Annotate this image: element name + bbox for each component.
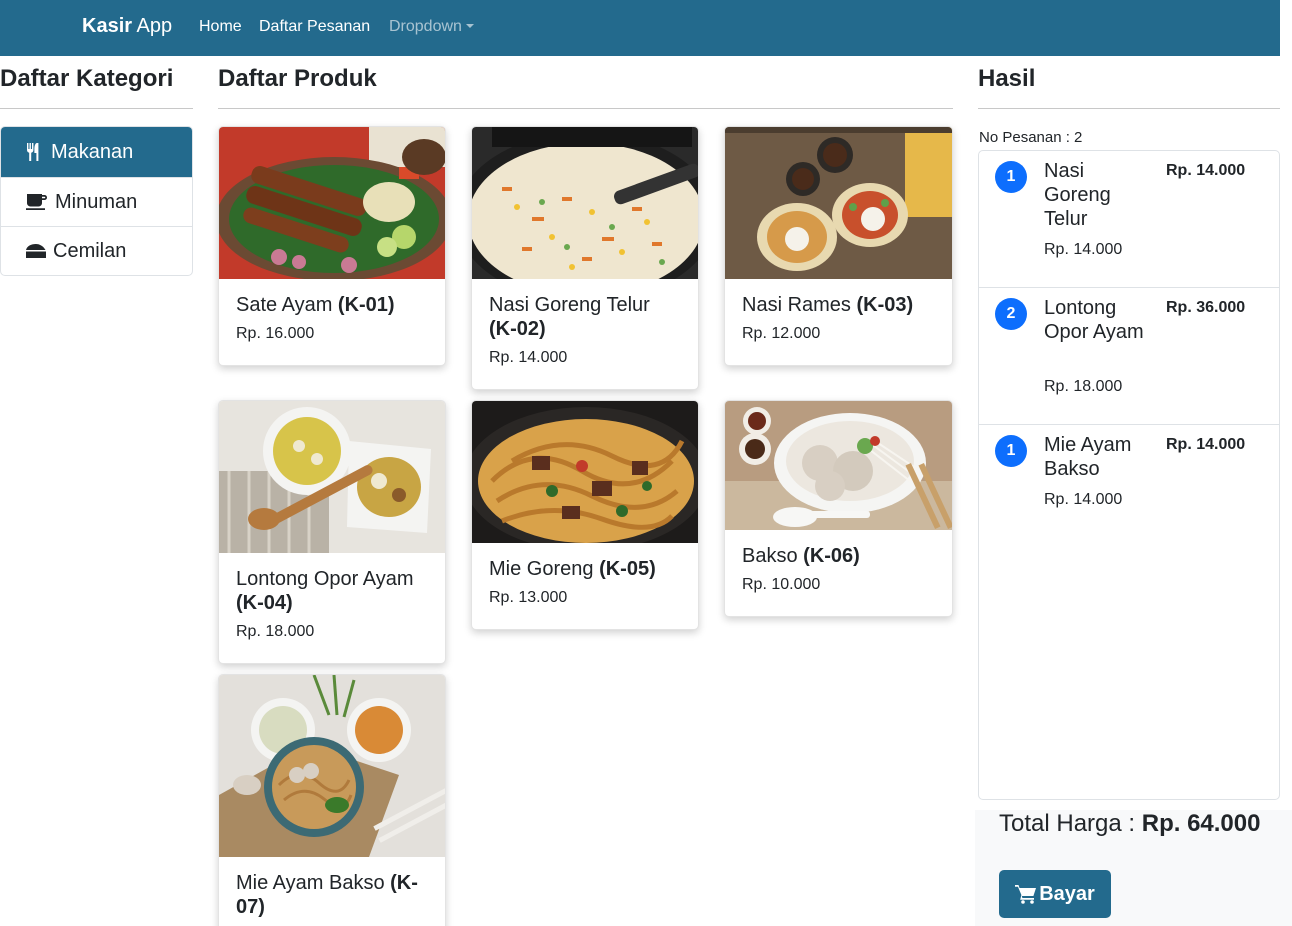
order-item-price: Rp. 14.000 <box>1044 241 1123 258</box>
coffee-icon <box>26 194 47 210</box>
sate-ayam-photo <box>219 127 445 279</box>
category-label: Cemilan <box>53 239 127 262</box>
order-item-subtotal: Rp. 14.000 <box>1166 162 1246 179</box>
utensils-icon <box>27 143 39 161</box>
navbar: Kasir App Home Daftar Pesanan Dropdown <box>0 0 1280 56</box>
order-item-name: Lontong Opor Ayam <box>1044 297 1144 343</box>
product-title: Mie Goreng (K-05) <box>489 558 656 580</box>
cheese-icon <box>26 244 46 258</box>
mie-ayam-bakso-photo <box>219 675 445 857</box>
product-title: Lontong Opor Ayam (K-04) <box>236 568 414 614</box>
category-item-minuman[interactable]: Minuman <box>1 177 192 226</box>
kategori-divider <box>0 108 193 109</box>
bakso-photo <box>725 401 952 530</box>
order-list: 1 Nasi Goreng Telur Rp. 14.000 Rp. 14.00… <box>978 150 1280 800</box>
product-title: Bakso (K-06) <box>742 545 860 567</box>
product-card-k05[interactable]: Mie Goreng (K-05) Rp. 13.000 <box>471 400 699 630</box>
category-item-cemilan[interactable]: Cemilan <box>1 226 192 275</box>
bayar-button[interactable]: Bayar <box>999 870 1111 918</box>
mie-goreng-photo <box>472 401 698 543</box>
category-item-makanan[interactable]: Makanan <box>1 127 192 177</box>
order-item-name: Mie Ayam Bakso <box>1044 434 1132 480</box>
category-label: Minuman <box>55 190 138 213</box>
qty-badge: 1 <box>995 161 1027 193</box>
nav-home[interactable]: Home <box>199 18 242 36</box>
product-title: Nasi Rames (K-03) <box>742 294 914 316</box>
product-price: Rp. 13.000 <box>489 589 568 606</box>
order-item[interactable]: 2 Lontong Opor Ayam Rp. 18.000 Rp. 36.00… <box>979 288 1279 425</box>
order-item-price: Rp. 18.000 <box>1044 378 1123 395</box>
product-title: Mie Ayam Bakso (K-07) <box>236 872 418 918</box>
produk-divider <box>218 108 953 109</box>
nav-dropdown[interactable]: Dropdown <box>389 18 474 36</box>
qty-badge: 1 <box>995 435 1027 467</box>
total-harga: Total Harga : Rp. 64.000 <box>999 810 1261 837</box>
product-title: Nasi Goreng Telur (K-02) <box>489 294 650 340</box>
product-card-k01[interactable]: Sate Ayam (K-01) Rp. 16.000 <box>218 126 446 366</box>
product-title: Sate Ayam (K-01) <box>236 294 395 316</box>
product-card-k02[interactable]: Nasi Goreng Telur (K-02) Rp. 14.000 <box>471 126 699 390</box>
hasil-divider <box>978 108 1280 109</box>
lontong-opor-photo <box>219 401 445 553</box>
product-card-k04[interactable]: Lontong Opor Ayam (K-04) Rp. 18.000 <box>218 400 446 664</box>
nasi-goreng-photo <box>472 127 698 279</box>
hasil-heading: Hasil <box>978 65 1036 92</box>
nasi-rames-photo <box>725 127 952 279</box>
qty-badge: 2 <box>995 298 1027 330</box>
order-item[interactable]: 1 Mie Ayam Bakso Rp. 14.000 Rp. 14.000 <box>979 425 1279 545</box>
product-card-k07[interactable]: Mie Ayam Bakso (K-07) <box>218 674 446 926</box>
order-item-name: Nasi Goreng Telur <box>1044 160 1111 230</box>
product-price: Rp. 14.000 <box>489 349 568 366</box>
total-section: Total Harga : Rp. 64.000 Bayar <box>975 810 1292 926</box>
product-card-k03[interactable]: Nasi Rames (K-03) Rp. 12.000 <box>724 126 953 366</box>
nav-daftar-pesanan[interactable]: Daftar Pesanan <box>259 18 370 36</box>
order-item-subtotal: Rp. 36.000 <box>1166 299 1246 316</box>
product-price: Rp. 10.000 <box>742 576 821 593</box>
order-item[interactable]: 1 Nasi Goreng Telur Rp. 14.000 Rp. 14.00… <box>979 151 1279 288</box>
cart-icon <box>1015 885 1037 904</box>
produk-heading: Daftar Produk <box>218 65 377 92</box>
product-price: Rp. 18.000 <box>236 623 315 640</box>
product-card-k06[interactable]: Bakso (K-06) Rp. 10.000 <box>724 400 953 617</box>
order-item-subtotal: Rp. 14.000 <box>1166 436 1246 453</box>
caret-down-icon <box>465 24 474 28</box>
category-label: Makanan <box>51 140 134 163</box>
product-price: Rp. 16.000 <box>236 325 315 342</box>
kategori-heading: Daftar Kategori <box>0 65 174 92</box>
category-list: Makanan Minuman Cemilan <box>0 126 193 276</box>
order-item-price: Rp. 14.000 <box>1044 491 1123 508</box>
product-price: Rp. 12.000 <box>742 325 821 342</box>
no-pesanan: No Pesanan : 2 <box>979 129 1083 146</box>
brand-logo[interactable]: Kasir App <box>82 15 172 38</box>
